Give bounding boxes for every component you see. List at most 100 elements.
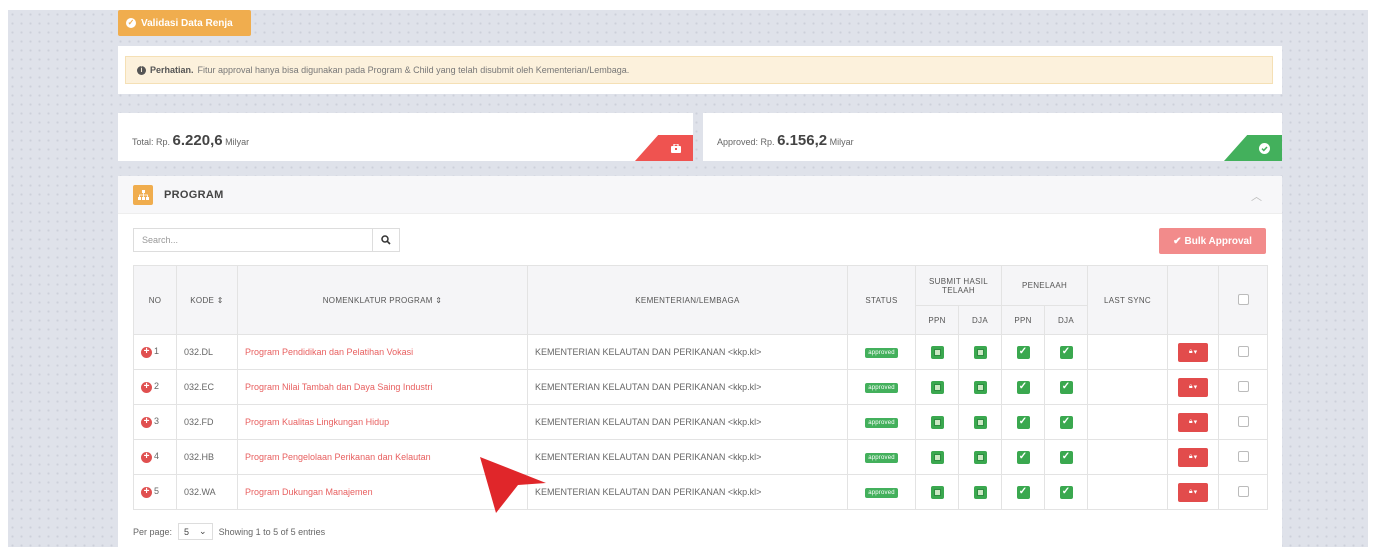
row-number: 2 (154, 381, 160, 392)
program-link[interactable]: Program Pengelolaan Perikanan dan Kelaut… (245, 452, 431, 462)
per-page-select[interactable]: 5 ⌄ (178, 523, 213, 540)
cell-action: 🔒︎ ▾ (1167, 334, 1219, 370)
header-nomenklatur[interactable]: NOMENKLATUR PROGRAM ⇕ (237, 265, 528, 335)
row-checkbox[interactable] (1237, 345, 1249, 357)
cell-kode: 032.WA (176, 474, 238, 510)
cell-submit-dja (958, 404, 1002, 440)
pointer-arrow-icon (480, 457, 546, 513)
checked-icon: ✓ (1016, 415, 1030, 429)
select-all-checkbox[interactable] (1237, 293, 1249, 305)
per-page-label: Per page: (133, 526, 173, 537)
cell-select (1218, 334, 1268, 370)
status-badge: approved (865, 488, 898, 498)
status-badge: approved (865, 418, 898, 428)
cell-submit-dja (958, 369, 1002, 405)
sitemap-icon (133, 184, 153, 205)
program-link[interactable]: Program Pendidikan dan Pelatihan Vokasi (245, 347, 413, 357)
search-input[interactable] (134, 229, 372, 251)
check-circle-icon: ✓ (126, 18, 136, 28)
header-last-sync: LAST SYNC (1087, 265, 1168, 335)
row-checkbox[interactable] (1237, 485, 1249, 497)
cell-action: 🔒︎ ▾ (1167, 439, 1219, 475)
cell-program: Program Kualitas Lingkungan Hidup (237, 404, 528, 440)
per-page-value: 5 (184, 526, 190, 537)
search-icon[interactable] (372, 229, 399, 251)
program-link[interactable]: Program Dukungan Manajemen (245, 487, 373, 497)
cell-submit-dja (958, 334, 1002, 370)
alert-text: Fitur approval hanya bisa digunakan pada… (197, 65, 630, 75)
expand-plus-icon[interactable]: + (141, 486, 152, 498)
row-number: 4 (154, 451, 160, 462)
table-footer: Per page: 5 ⌄ Showing 1 to 5 of 5 entrie… (133, 523, 325, 540)
cell-kementerian: KEMENTERIAN KELAUTAN DAN PERIKANAN <kkp.… (527, 474, 848, 510)
cell-last-sync (1087, 404, 1168, 440)
cell-penelaah-dja: ✓ (1044, 334, 1088, 370)
cell-submit-ppn (915, 404, 959, 440)
approved-value: 6.156,2 (777, 132, 828, 149)
cell-program: Program Pendidikan dan Pelatihan Vokasi (237, 334, 528, 370)
checked-icon: ✓ (1016, 450, 1030, 464)
approved-unit: Milyar (829, 137, 854, 147)
checked-icon: ✓ (1016, 380, 1030, 394)
header-select-all[interactable] (1218, 265, 1268, 335)
expand-plus-icon[interactable]: + (141, 416, 152, 428)
panel-header: PROGRAM ︿ (118, 176, 1282, 214)
cell-submit-ppn (915, 369, 959, 405)
cell-action: 🔒︎ ▾ (1167, 474, 1219, 510)
cell-kode: 032.DL (176, 334, 238, 370)
chevron-up-icon[interactable]: ︿ (1251, 188, 1262, 204)
row-checkbox[interactable] (1237, 450, 1249, 462)
total-corner (635, 135, 693, 161)
caret-down-icon: ▾ (1193, 419, 1198, 426)
expand-plus-icon[interactable]: + (141, 346, 152, 358)
submitted-icon (973, 380, 987, 394)
cell-no: +5 (133, 474, 177, 510)
cell-status: approved (847, 439, 916, 475)
caret-down-icon: ▾ (1193, 384, 1198, 391)
submitted-icon (930, 345, 944, 359)
table-row: +4 032.HB Program Pengelolaan Perikanan … (133, 439, 1268, 475)
row-checkbox[interactable] (1237, 415, 1249, 427)
bulk-approval-button[interactable]: ✔ Bulk Approval (1159, 228, 1266, 254)
cell-submit-dja (958, 474, 1002, 510)
cell-penelaah-dja: ✓ (1044, 439, 1088, 475)
cell-no: +4 (133, 439, 177, 475)
panel-title: PROGRAM (164, 188, 224, 201)
submitted-icon (930, 415, 944, 429)
lock-dropdown-button[interactable]: 🔒︎ ▾ (1178, 342, 1208, 362)
validasi-data-renja-button[interactable]: ✓ Validasi Data Renja (118, 10, 251, 36)
cell-no: +3 (133, 404, 177, 440)
submitted-icon (930, 485, 944, 499)
submitted-icon (930, 380, 944, 394)
lock-dropdown-button[interactable]: 🔒︎ ▾ (1178, 412, 1208, 432)
expand-plus-icon[interactable]: + (141, 381, 152, 393)
cell-penelaah-ppn: ✓ (1001, 439, 1045, 475)
cell-submit-ppn (915, 334, 959, 370)
header-kode[interactable]: KODE ⇕ (176, 265, 238, 335)
submitted-icon (973, 450, 987, 464)
row-number: 1 (154, 346, 160, 357)
validasi-label: Validasi Data Renja (141, 17, 233, 29)
caret-down-icon: ▾ (1193, 489, 1198, 496)
header-kementerian: KEMENTERIAN/LEMBAGA (527, 265, 848, 335)
caret-down-icon: ▾ (1193, 454, 1198, 461)
table-row: +1 032.DL Program Pendidikan dan Pelatih… (133, 334, 1268, 370)
expand-plus-icon[interactable]: + (141, 451, 152, 463)
alert-strong: Perhatian. (150, 65, 194, 75)
cell-kode: 032.FD (176, 404, 238, 440)
search-box (133, 228, 400, 252)
total-label: Total: Rp. (132, 137, 171, 147)
cell-penelaah-ppn: ✓ (1001, 334, 1045, 370)
alert-container: i Perhatian. Fitur approval hanya bisa d… (118, 46, 1282, 94)
lock-dropdown-button[interactable]: 🔒︎ ▾ (1178, 447, 1208, 467)
row-checkbox[interactable] (1237, 380, 1249, 392)
program-link[interactable]: Program Kualitas Lingkungan Hidup (245, 417, 389, 427)
header-submit-hasil-telaah: SUBMIT HASIL TELAAH (915, 265, 1002, 306)
lock-dropdown-button[interactable]: 🔒︎ ▾ (1178, 482, 1208, 502)
header-status: STATUS (847, 265, 916, 335)
lock-dropdown-button[interactable]: 🔒︎ ▾ (1178, 377, 1208, 397)
header-penelaah-ppn: PPN (1001, 305, 1045, 335)
header-penelaah: PENELAAH (1001, 265, 1088, 306)
program-link[interactable]: Program Nilai Tambah dan Daya Saing Indu… (245, 382, 432, 392)
check-icon: ✔ (1173, 235, 1182, 247)
